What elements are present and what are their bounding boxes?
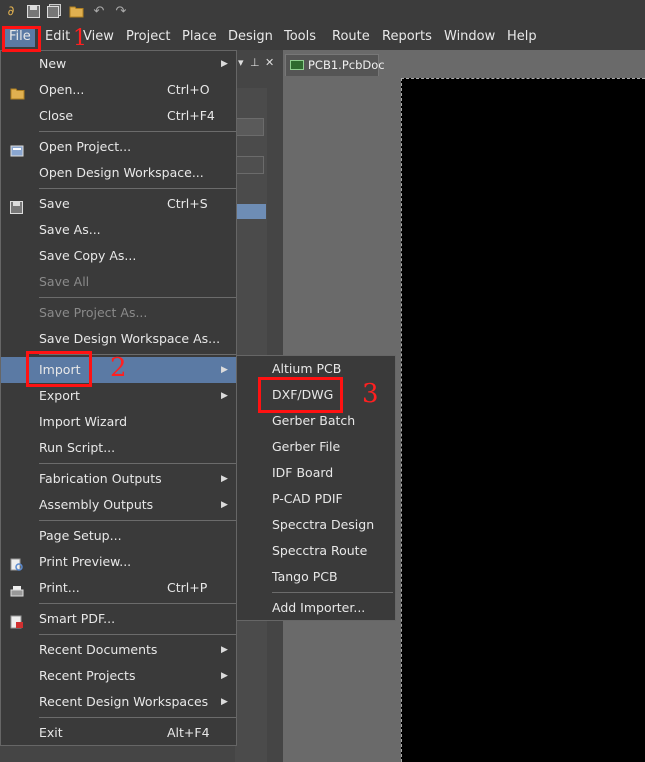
menu-help[interactable]: Help xyxy=(503,27,541,47)
menu-separator xyxy=(39,131,236,132)
submenu-arrow-icon: ▶ xyxy=(221,645,228,655)
menu-item-smart-pdf[interactable]: Smart PDF... xyxy=(1,606,236,632)
annotation-step-3: 3 xyxy=(362,379,379,409)
printer-icon xyxy=(10,581,24,597)
menu-item-export[interactable]: Export ▶ xyxy=(1,383,236,409)
menu-reports[interactable]: Reports xyxy=(378,27,436,47)
menu-item-save-all[interactable]: Save All xyxy=(1,269,236,295)
menu-item-open[interactable]: Open... Ctrl+O xyxy=(1,77,236,103)
submenu-arrow-icon: ▶ xyxy=(221,500,228,510)
annotation-step-2: 2 xyxy=(110,353,127,383)
menu-item-open-project[interactable]: Open Project... xyxy=(1,134,236,160)
panel-control[interactable] xyxy=(236,118,264,136)
pcb-document-icon xyxy=(290,60,304,70)
menu-tools[interactable]: Tools xyxy=(280,27,320,47)
menu-separator xyxy=(272,592,393,593)
pin-icon[interactable]: ⊥ xyxy=(250,56,260,69)
menu-item-page-setup[interactable]: Page Setup... xyxy=(1,523,236,549)
smart-pdf-icon xyxy=(10,612,24,629)
print-preview-icon xyxy=(10,555,24,571)
save-all-icon[interactable] xyxy=(46,3,62,19)
submenu-arrow-icon: ▶ xyxy=(221,474,228,484)
open-project-icon xyxy=(10,140,24,157)
menu-item-save-as[interactable]: Save As... xyxy=(1,217,236,243)
menu-separator xyxy=(39,634,236,635)
menu-item-import-wizard[interactable]: Import Wizard xyxy=(1,409,236,435)
menu-window[interactable]: Window xyxy=(440,27,499,47)
submenu-arrow-icon: ▶ xyxy=(221,697,228,707)
menu-item-fabrication-outputs[interactable]: Fabrication Outputs ▶ xyxy=(1,466,236,492)
menu-item-save-design-workspace-as[interactable]: Save Design Workspace As... xyxy=(1,326,236,352)
close-icon[interactable]: ✕ xyxy=(265,56,274,69)
menu-bar: File Edit View Project Place Design Tool… xyxy=(0,24,645,50)
undo-icon[interactable]: ↶ xyxy=(91,3,107,19)
menu-item-run-script[interactable]: Run Script... xyxy=(1,435,236,461)
panel-search-field[interactable] xyxy=(236,156,264,174)
document-tab-label: PCB1.PcbDoc xyxy=(308,58,385,72)
open-folder-icon xyxy=(10,83,25,100)
annotation-step-1: 1 xyxy=(73,26,87,51)
import-item-tango-pcb[interactable]: Tango PCB xyxy=(237,564,395,590)
menu-design[interactable]: Design xyxy=(224,27,277,47)
import-item-specctra-design[interactable]: Specctra Design xyxy=(237,512,395,538)
menu-item-save-project-as[interactable]: Save Project As... xyxy=(1,300,236,326)
document-tab-pcb1[interactable]: PCB1.PcbDoc xyxy=(285,54,385,76)
save-icon[interactable] xyxy=(25,3,41,19)
pcb-canvas[interactable] xyxy=(401,78,645,762)
redo-icon[interactable]: ↷ xyxy=(113,3,129,19)
panel-dropdown-icon[interactable]: ▾ xyxy=(238,56,244,69)
submenu-arrow-icon: ▶ xyxy=(221,59,228,69)
menu-item-print-preview[interactable]: Print Preview... xyxy=(1,549,236,575)
menu-edit[interactable]: Edit xyxy=(41,27,74,47)
menu-item-save-copy-as[interactable]: Save Copy As... xyxy=(1,243,236,269)
import-item-gerber-batch[interactable]: Gerber Batch xyxy=(237,408,395,434)
menu-project[interactable]: Project xyxy=(122,27,174,47)
save-icon xyxy=(10,197,24,214)
submenu-arrow-icon: ▶ xyxy=(221,365,228,375)
menu-item-recent-design-workspaces[interactable]: Recent Design Workspaces ▶ xyxy=(1,689,236,715)
menu-route[interactable]: Route xyxy=(328,27,374,47)
menu-separator xyxy=(39,463,236,464)
menu-item-open-design-workspace[interactable]: Open Design Workspace... xyxy=(1,160,236,186)
menu-item-print[interactable]: Print... Ctrl+P xyxy=(1,575,236,601)
menu-place[interactable]: Place xyxy=(178,27,221,47)
panel-selected-item[interactable] xyxy=(236,204,266,219)
import-item-pcad-pdif[interactable]: P-CAD PDIF xyxy=(237,486,395,512)
file-menu-dropdown: New ▶ Open... Ctrl+O Close Ctrl+F4 Open … xyxy=(0,50,237,746)
menu-separator xyxy=(39,520,236,521)
menu-item-save[interactable]: Save Ctrl+S xyxy=(1,191,236,217)
menu-file[interactable]: File xyxy=(5,27,35,47)
menu-separator xyxy=(39,603,236,604)
submenu-arrow-icon: ▶ xyxy=(221,391,228,401)
menu-item-recent-projects[interactable]: Recent Projects ▶ xyxy=(1,663,236,689)
menu-separator xyxy=(39,717,236,718)
open-folder-icon[interactable] xyxy=(68,3,84,19)
submenu-arrow-icon: ▶ xyxy=(221,671,228,681)
import-item-gerber-file[interactable]: Gerber File xyxy=(237,434,395,460)
menu-separator xyxy=(39,188,236,189)
app-logo-icon: ∂ xyxy=(7,3,15,19)
menu-item-exit[interactable]: Exit Alt+F4 xyxy=(1,720,236,746)
menu-separator xyxy=(39,354,236,355)
import-item-add-importer[interactable]: Add Importer... xyxy=(237,595,395,621)
import-item-specctra-route[interactable]: Specctra Route xyxy=(237,538,395,564)
import-item-idf-board[interactable]: IDF Board xyxy=(237,460,395,486)
menu-item-assembly-outputs[interactable]: Assembly Outputs ▶ xyxy=(1,492,236,518)
menu-item-new[interactable]: New ▶ xyxy=(1,51,236,77)
menu-item-recent-documents[interactable]: Recent Documents ▶ xyxy=(1,637,236,663)
quick-access-toolbar: ∂ ↶ ↷ xyxy=(0,0,645,24)
menu-item-close[interactable]: Close Ctrl+F4 xyxy=(1,103,236,129)
menu-separator xyxy=(39,297,236,298)
